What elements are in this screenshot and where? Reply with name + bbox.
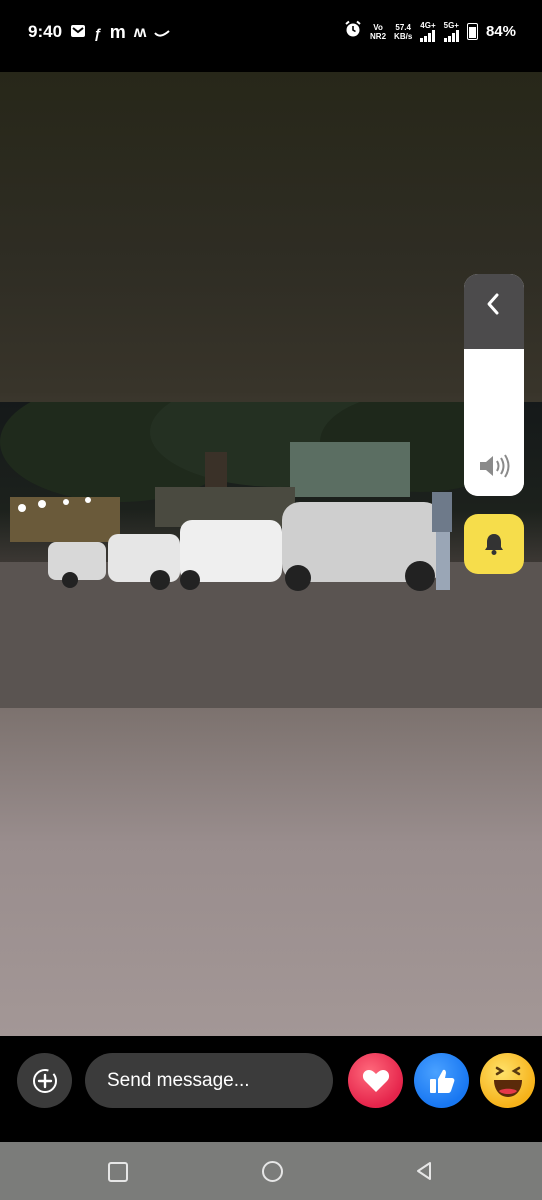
back-icon[interactable] [414,1160,434,1182]
heart-icon [362,1069,389,1092]
chevron-left-icon [487,293,499,315]
nike-icon [154,25,170,41]
sim1-signal: 4G+ [420,21,436,42]
status-time: 9:40 [28,22,63,41]
story-photo [0,402,542,708]
m-icon: m [109,22,126,42]
battery-icon [466,23,478,40]
add-button[interactable] [17,1053,72,1108]
message-input[interactable]: Send message... [85,1053,333,1108]
like-reaction-button[interactable] [414,1053,469,1108]
speaker-icon [480,454,510,478]
home-icon[interactable] [262,1161,283,1182]
sim2-signal: 5G+ [444,21,459,42]
volte-indicator: Vo NR2 [370,22,387,41]
gmail-icon [70,24,86,41]
status-right: Vo NR2 57.4 KB/s 4G+ 5G+ 84% [344,20,516,43]
battery-percent: 84% [485,23,516,40]
network-speed: 57.4 KB/s [394,22,413,41]
alarm-icon [344,20,362,43]
recents-icon[interactable] [108,1162,128,1182]
haha-icon [493,1066,522,1097]
haha-reaction-button[interactable] [480,1053,535,1108]
add-circle-icon [32,1068,57,1093]
volume-collapse-button[interactable] [464,274,524,349]
volume-panel[interactable] [464,274,524,496]
bell-icon [485,534,503,555]
photo-icon [0,402,542,708]
reply-bar: Send message... [0,1036,542,1142]
story-viewer[interactable] [0,72,542,1036]
ringer-mode-button[interactable] [464,514,524,574]
like-icon [429,1069,454,1093]
m-icon: ʍ [133,23,147,41]
status-bar: 9:40 ƒ m ʍ Vo NR2 57.4 KB/s 4G+ 5G+ 84% [0,0,542,72]
system-nav-bar [0,1142,542,1200]
notification-icons: ƒ m ʍ [70,22,170,43]
heart-reaction-button[interactable] [348,1053,403,1108]
facebook-icon: ƒ [94,24,102,41]
